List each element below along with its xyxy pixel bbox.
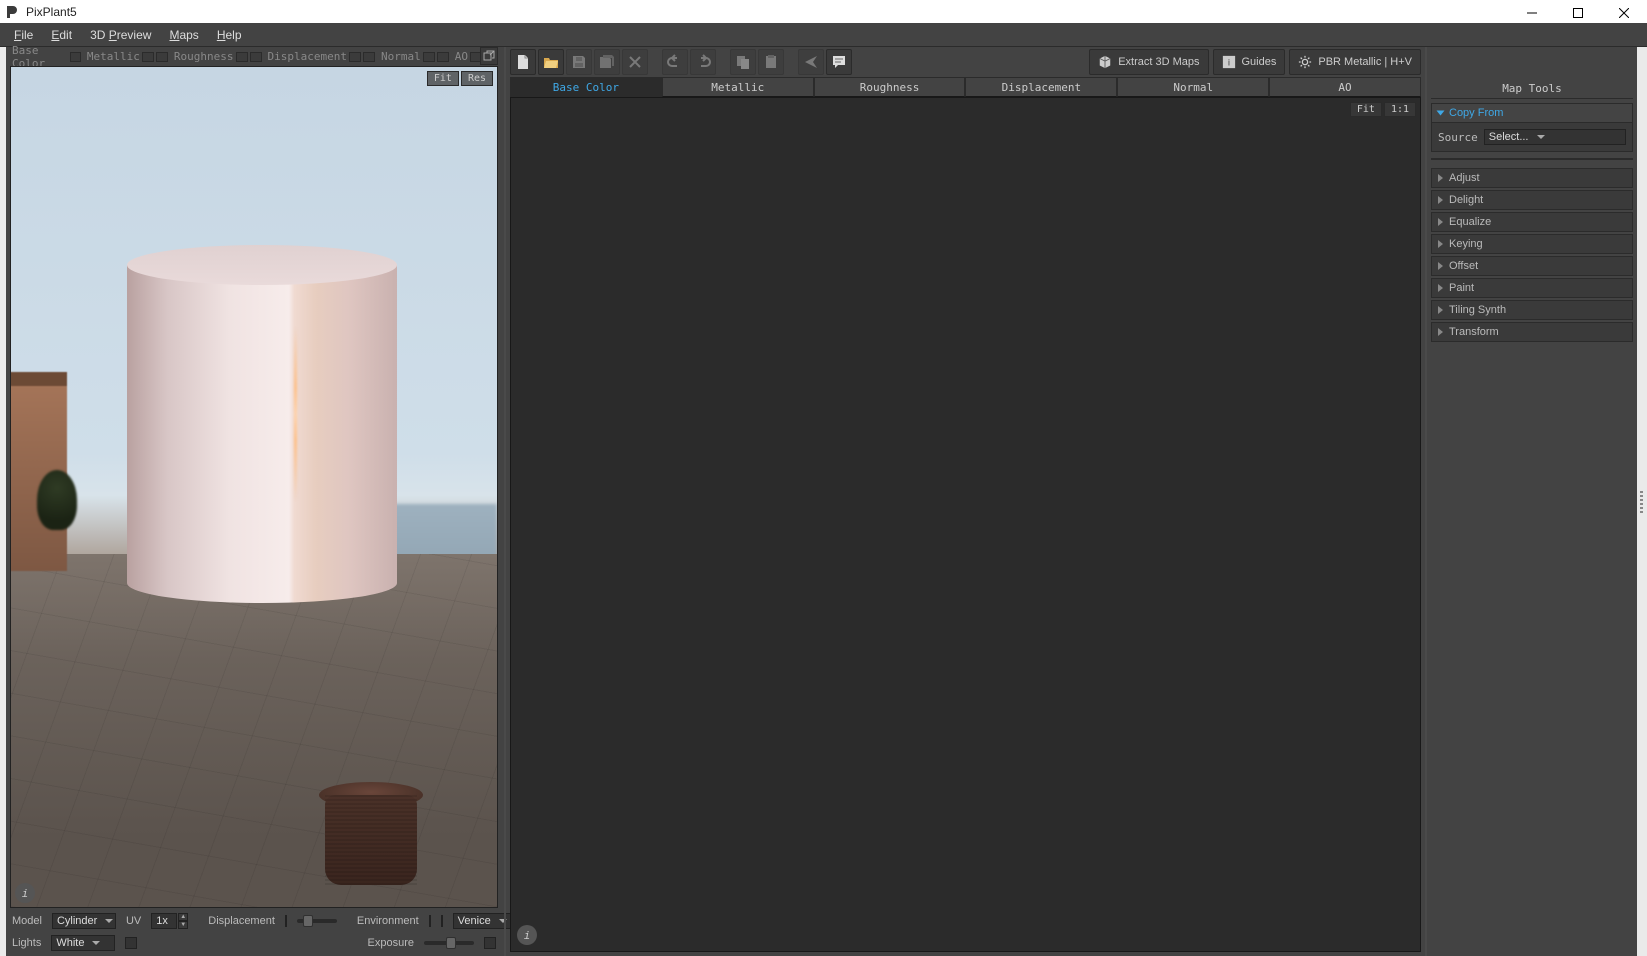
canvas-1to1-button[interactable]: 1:1 <box>1384 102 1416 117</box>
copy-button[interactable] <box>730 49 756 75</box>
canvas[interactable]: Fit 1:1 i <box>510 97 1421 952</box>
main: Base Color Metallic Roughness Displaceme… <box>0 47 1647 956</box>
preview-controls: Model Cylinder UV 1x▲▼ Displacement Envi… <box>6 908 502 956</box>
send-button[interactable] <box>798 49 824 75</box>
environment-label: Environment <box>357 915 419 927</box>
swatch-displacement[interactable] <box>349 52 361 62</box>
model-label: Model <box>12 915 42 927</box>
new-button[interactable] <box>510 49 536 75</box>
viewport-res-button[interactable]: Res <box>461 71 493 86</box>
menu-maps[interactable]: Maps <box>161 26 206 44</box>
swatch-roughness[interactable] <box>236 52 248 62</box>
viewport-fit-button[interactable]: Fit <box>427 71 459 86</box>
exposure-toggle[interactable] <box>484 937 496 949</box>
titlebar: PixPlant5 <box>0 0 1647 23</box>
section-delight[interactable]: Delight <box>1431 190 1633 210</box>
section-offset[interactable]: Offset <box>1431 256 1633 276</box>
section-equalize[interactable]: Equalize <box>1431 212 1633 232</box>
info-icon[interactable]: i <box>15 883 35 903</box>
lights-toggle[interactable] <box>125 937 137 949</box>
maximize-button[interactable] <box>1555 1 1601 24</box>
tab-base-color[interactable]: Base Color <box>510 77 662 97</box>
open-button[interactable] <box>538 49 564 75</box>
menu-edit[interactable]: Edit <box>43 26 80 44</box>
swatch-displacement-2[interactable] <box>363 52 375 62</box>
section-keying[interactable]: Keying <box>1431 234 1633 254</box>
guides-button[interactable]: i Guides <box>1213 49 1286 75</box>
paste-button[interactable] <box>758 49 784 75</box>
swatch-base-color[interactable] <box>70 52 81 62</box>
delete-button[interactable] <box>622 49 648 75</box>
swatch-normal-2[interactable] <box>437 52 449 62</box>
lights-select[interactable]: White <box>51 935 115 951</box>
map-tabs: Base Color Metallic Roughness Displaceme… <box>510 77 1421 97</box>
uv-spinner[interactable]: 1x▲▼ <box>151 913 188 929</box>
displacement-slider[interactable] <box>297 919 337 923</box>
exposure-label: Exposure <box>368 937 414 949</box>
save-button[interactable] <box>566 49 592 75</box>
toolbar: Extract 3D Maps i Guides PBR Metallic | … <box>506 47 1425 77</box>
label-metallic: Metallic <box>87 50 140 63</box>
right-edge-strip[interactable] <box>1637 47 1647 956</box>
minimize-button[interactable] <box>1509 1 1555 24</box>
copy-from-body: Source Select... <box>1431 123 1633 152</box>
popout-icon[interactable] <box>480 47 498 65</box>
accordion: Copy From Source Select... Adjust Deligh… <box>1431 101 1633 342</box>
tab-normal[interactable]: Normal <box>1117 77 1269 97</box>
app-icon <box>4 4 20 20</box>
svg-text:i: i <box>1228 58 1230 68</box>
comment-button[interactable] <box>826 49 852 75</box>
environment-checkbox-2[interactable] <box>441 915 443 927</box>
3d-viewport[interactable]: Fit Res i <box>10 66 498 908</box>
label-ao: AO <box>455 50 468 63</box>
tab-roughness[interactable]: Roughness <box>814 77 966 97</box>
save-all-button[interactable] <box>594 49 620 75</box>
menu-help[interactable]: Help <box>209 26 250 44</box>
swatch-metallic-2[interactable] <box>156 52 168 62</box>
swatch-roughness-2[interactable] <box>250 52 262 62</box>
lights-label: Lights <box>12 937 41 949</box>
section-adjust[interactable]: Adjust <box>1431 168 1633 188</box>
canvas-fit-button[interactable]: Fit <box>1350 102 1382 117</box>
canvas-info-icon[interactable]: i <box>517 925 537 945</box>
tab-displacement[interactable]: Displacement <box>965 77 1117 97</box>
section-transform[interactable]: Transform <box>1431 322 1633 342</box>
source-select[interactable]: Select... <box>1484 129 1626 145</box>
undo-button[interactable] <box>662 49 688 75</box>
exposure-slider[interactable] <box>424 941 474 945</box>
window-controls <box>1509 1 1647 24</box>
workflow-button[interactable]: PBR Metallic | H+V <box>1289 49 1421 75</box>
environment-checkbox[interactable] <box>429 915 431 927</box>
menu-file[interactable]: File <box>6 26 41 44</box>
section-tiling-synth[interactable]: Tiling Synth <box>1431 300 1633 320</box>
preview-panel: Base Color Metallic Roughness Displaceme… <box>6 47 504 956</box>
menubar: File Edit 3D Preview Maps Help <box>0 23 1647 47</box>
map-tools-panel: Map Tools Copy From Source Select... Adj… <box>1427 47 1637 956</box>
section-copy-from[interactable]: Copy From <box>1431 103 1633 123</box>
model-select[interactable]: Cylinder <box>52 913 116 929</box>
window-title: PixPlant5 <box>26 5 77 19</box>
center-panel: Extract 3D Maps i Guides PBR Metallic | … <box>504 47 1427 956</box>
environment-select[interactable]: Venice <box>453 913 512 929</box>
redo-button[interactable] <box>690 49 716 75</box>
section-paint[interactable]: Paint <box>1431 278 1633 298</box>
preview-cylinder <box>127 245 397 605</box>
map-tools-title: Map Tools <box>1431 79 1633 99</box>
tab-metallic[interactable]: Metallic <box>662 77 814 97</box>
scene <box>11 67 497 907</box>
source-label: Source <box>1438 131 1478 144</box>
extract-3d-maps-button[interactable]: Extract 3D Maps <box>1089 49 1208 75</box>
map-labels-bar: Base Color Metallic Roughness Displaceme… <box>6 47 502 66</box>
swatch-normal[interactable] <box>423 52 435 62</box>
uv-label: UV <box>126 915 141 927</box>
close-button[interactable] <box>1601 1 1647 24</box>
label-roughness: Roughness <box>174 50 234 63</box>
swatch-metallic[interactable] <box>142 52 154 62</box>
label-normal: Normal <box>381 50 421 63</box>
displacement-checkbox[interactable] <box>285 915 287 927</box>
label-displacement: Displacement <box>268 50 347 63</box>
tab-ao[interactable]: AO <box>1269 77 1421 97</box>
menu-3d-preview[interactable]: 3D Preview <box>82 26 159 44</box>
displacement-label: Displacement <box>208 915 275 927</box>
